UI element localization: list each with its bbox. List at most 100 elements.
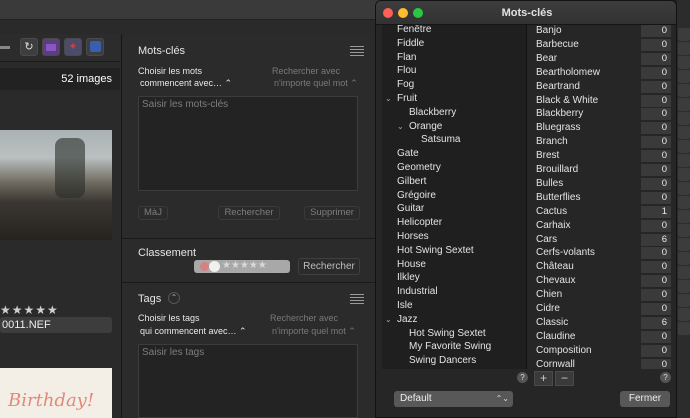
keyword-count-list[interactable]: Banjo 0 Barbecue 0 Bear 0 Beartholomew 0 Beartra…: [532, 25, 675, 369]
keyword-count-row[interactable]: Carhaix 0: [532, 219, 675, 233]
keyword-tree-item[interactable]: Geometry: [397, 161, 441, 175]
keyword-count-name: Cars: [536, 233, 558, 245]
background-row: [678, 28, 690, 41]
rating-knob[interactable]: [209, 261, 220, 272]
keyword-tree-item[interactable]: Industrial: [397, 285, 438, 299]
keyword-count-row[interactable]: Château 0: [532, 260, 675, 274]
keyword-tree-item[interactable]: Fiddle: [397, 37, 424, 51]
keyword-tree-item[interactable]: Blackberry: [409, 106, 456, 120]
keywords-search-button[interactable]: Rechercher: [218, 206, 280, 220]
keyword-tree-item[interactable]: Gilbert: [397, 175, 426, 189]
keyword-count-row[interactable]: Brouillard 0: [532, 163, 675, 177]
rating-search-button[interactable]: Rechercher: [298, 258, 360, 275]
rating-stars[interactable]: ★★★★★: [222, 260, 267, 271]
keyword-count-row[interactable]: Beartrand 0: [532, 80, 675, 94]
image-count-bar: 52 images: [0, 68, 120, 90]
keyword-tree-item[interactable]: Swing Dancers: [409, 354, 476, 368]
keyword-count-row[interactable]: Composition 0: [532, 344, 675, 358]
rating-filter[interactable]: ★★★★★: [194, 260, 290, 273]
keyword-count-row[interactable]: Cornwall 0: [532, 358, 675, 369]
keyword-count-row[interactable]: Butterflies 0: [532, 191, 675, 205]
keyword-tree-item[interactable]: Gate: [397, 147, 419, 161]
keyword-tree-item[interactable]: Helicopter: [397, 216, 442, 230]
add-keyword-button[interactable]: +: [534, 371, 553, 386]
folder-icon[interactable]: [42, 38, 60, 56]
keyword-tree-item[interactable]: Flou: [397, 64, 416, 78]
background-row: [678, 98, 690, 111]
keyword-count-row[interactable]: Cactus 1: [532, 205, 675, 219]
keyword-tree-item[interactable]: Flan: [397, 51, 416, 65]
keyword-tree-item[interactable]: Grégoire: [397, 189, 436, 203]
app-icon[interactable]: [86, 38, 104, 56]
keyword-count-value: 0: [641, 66, 671, 79]
delete-button[interactable]: Supprimer: [304, 206, 360, 220]
chevron-up-icon[interactable]: ⌃: [168, 292, 180, 304]
update-button[interactable]: MàJ: [138, 206, 168, 220]
keyword-count-row[interactable]: Bulles 0: [532, 177, 675, 191]
keyword-count-row[interactable]: Blackberry 0: [532, 107, 675, 121]
keyword-count-name: Bluegrass: [536, 122, 581, 134]
background-row: [678, 252, 690, 265]
keyword-tree-item[interactable]: House: [397, 258, 426, 272]
keyword-count-name: Cidre: [536, 303, 560, 314]
close-button[interactable]: Fermer: [620, 391, 670, 407]
keyword-count-row[interactable]: Claudine 0: [532, 330, 675, 344]
refresh-icon[interactable]: ↻: [20, 38, 38, 56]
keyword-tree-item[interactable]: Fog: [397, 78, 414, 92]
keyword-count-row[interactable]: Bear 0: [532, 52, 675, 66]
tags-menu-icon[interactable]: [350, 294, 364, 306]
disclosure-open-icon[interactable]: ⌄: [385, 92, 392, 106]
keyword-count-row[interactable]: Bluegrass 0: [532, 121, 675, 135]
keyword-tree-item[interactable]: Horses: [397, 230, 429, 244]
keyword-count-row[interactable]: Chien 0: [532, 288, 675, 302]
filename-field[interactable]: 0011.NEF: [0, 317, 112, 333]
keyword-set-select[interactable]: Default ⌃⌄: [394, 391, 513, 407]
keyword-count-row[interactable]: Cidre 0: [532, 302, 675, 316]
help-icon[interactable]: ?: [660, 372, 671, 383]
keyword-count-row[interactable]: Chevaux 0: [532, 274, 675, 288]
keyword-tree-item[interactable]: Hot Swing Sextet: [397, 244, 474, 258]
keyword-count-row[interactable]: Barbecue 0: [532, 38, 675, 52]
keyword-count-row[interactable]: Brest 0: [532, 149, 675, 163]
keyword-count-row[interactable]: Branch 0: [532, 135, 675, 149]
keywords-window-title: Mots-clés: [501, 7, 553, 19]
keyword-tree-item[interactable]: Guitar: [397, 202, 424, 216]
zoom-slider[interactable]: [0, 46, 10, 49]
card-thumbnail[interactable]: Birthday!: [0, 368, 112, 418]
keyword-count-row[interactable]: Black & White 0: [532, 94, 675, 108]
keyword-count-row[interactable]: Cerfs-volants 0: [532, 246, 675, 260]
reject-icon[interactable]: [200, 262, 209, 271]
pin-icon[interactable]: ✦: [64, 38, 82, 56]
keywords-window-titlebar[interactable]: Mots-clés: [376, 1, 676, 25]
words-mode-select[interactable]: commencent avec… ⌃: [140, 78, 232, 89]
keyword-tree-item[interactable]: Orange: [409, 120, 442, 134]
keyword-tree-item[interactable]: Fenêtre: [397, 25, 431, 37]
keyword-tree-item[interactable]: Fruit: [397, 92, 417, 106]
keyword-tree[interactable]: Fenêtre Fiddle Flan Flou Fog ⌄ Fruit Blackberry…: [382, 25, 527, 369]
keyword-tree-item[interactable]: My Favorite Swing: [409, 340, 491, 354]
keyword-tree-item[interactable]: Hot Swing Sextet: [409, 327, 486, 341]
photo-rating-stars[interactable]: ★★★★★: [0, 303, 59, 317]
background-row: [678, 182, 690, 195]
background-row: [678, 56, 690, 69]
keywords-input[interactable]: Saisir les mots-clés: [138, 96, 358, 191]
disclosure-open-icon[interactable]: ⌄: [385, 313, 392, 327]
keyword-count-row[interactable]: Beartholomew 0: [532, 66, 675, 80]
keyword-tree-item[interactable]: Isle: [397, 299, 413, 313]
keywords-menu-icon[interactable]: [350, 46, 364, 58]
disclosure-open-icon[interactable]: ⌄: [397, 120, 404, 134]
keyword-count-row[interactable]: Banjo 0: [532, 25, 675, 38]
keyword-count-row[interactable]: Classic 6: [532, 316, 675, 330]
keyword-count-row[interactable]: Cars 6: [532, 233, 675, 247]
tags-search-with-mode-select[interactable]: n'importe quel mot ⌃: [272, 326, 356, 337]
help-icon[interactable]: ?: [517, 372, 528, 383]
photo-thumbnail[interactable]: [0, 130, 112, 240]
search-with-mode-select[interactable]: n'importe quel mot ⌃: [274, 78, 358, 89]
tags-mode-select[interactable]: qui commencent avec… ⌃: [140, 326, 247, 337]
keyword-tree-item[interactable]: Jazz: [397, 313, 418, 327]
remove-keyword-button[interactable]: −: [555, 371, 574, 386]
keyword-count-name: Brouillard: [536, 164, 579, 175]
tags-input[interactable]: Saisir les tags: [138, 344, 358, 418]
keyword-tree-item[interactable]: Satsuma: [421, 133, 460, 147]
keyword-tree-item[interactable]: Ilkley: [397, 271, 420, 285]
